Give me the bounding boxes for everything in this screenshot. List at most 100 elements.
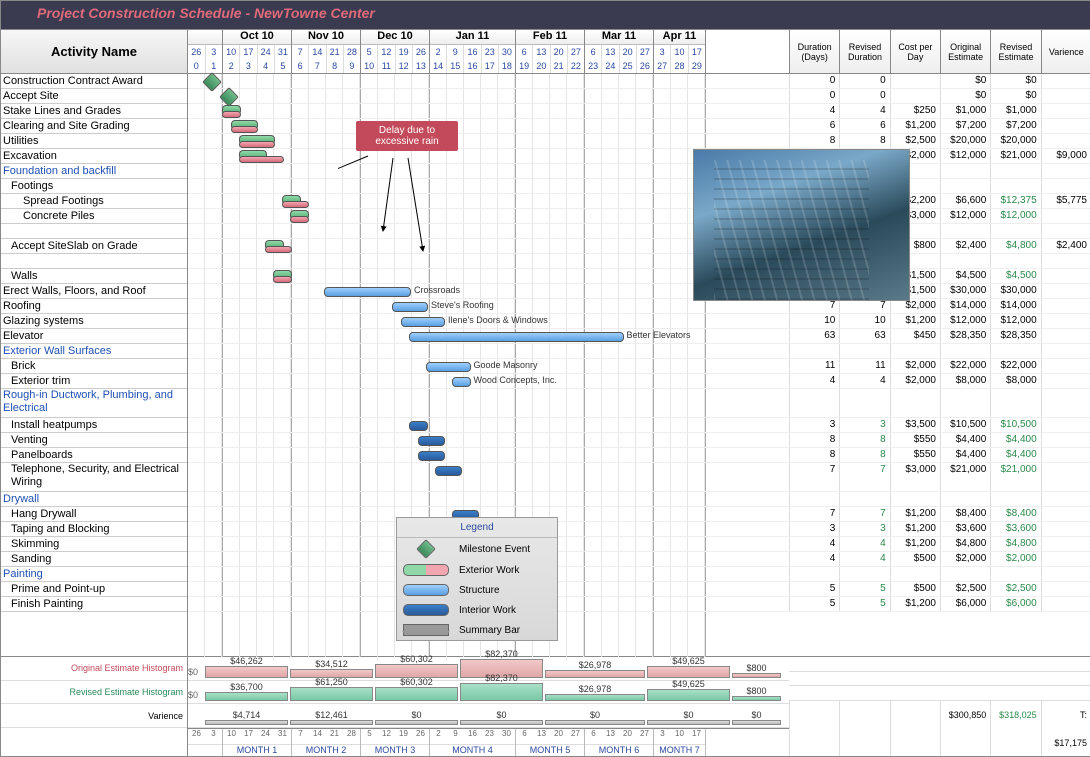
task-bar[interactable]: Wood Concepts, Inc. (452, 377, 471, 387)
activity-row[interactable]: Sanding (1, 552, 187, 567)
metric-cell: 8 (839, 134, 889, 148)
activity-row[interactable]: Install heatpumps (1, 418, 187, 433)
metric-row (789, 389, 1090, 418)
activity-row[interactable]: Clearing and Site Grading (1, 119, 187, 134)
metric-cell: $1,200 (890, 119, 940, 133)
metric-cell (1041, 299, 1090, 313)
metric-cell: 7 (839, 463, 889, 491)
var-hist-label: Varience (1, 704, 187, 728)
task-bar[interactable] (418, 451, 446, 461)
activity-row[interactable]: Panelboards (1, 448, 187, 463)
metric-cell: 7 (789, 299, 839, 313)
activity-row[interactable]: Spread Footings (1, 194, 187, 209)
task-bar-revised[interactable] (222, 111, 241, 118)
task-bar[interactable]: Crossroads (324, 287, 411, 297)
histogram-bar[interactable]: $12,461 (290, 720, 373, 725)
activity-row[interactable]: Accept Site (1, 89, 187, 104)
metric-cell (1041, 119, 1090, 133)
activity-row[interactable]: Accept SiteSlab on Grade (1, 239, 187, 254)
metric-cell (1041, 344, 1090, 358)
activity-row[interactable]: Erect Walls, Floors, and Roof (1, 284, 187, 299)
metric-cell (1041, 269, 1090, 283)
histogram-bar[interactable]: $0 (375, 720, 458, 725)
metric-cell: $0 (940, 74, 990, 88)
activity-row[interactable]: Concrete Piles (1, 209, 187, 224)
activity-row[interactable]: Stake Lines and Grades (1, 104, 187, 119)
activity-row[interactable]: Skimming (1, 537, 187, 552)
metric-cell: $6,600 (940, 194, 990, 208)
activity-row[interactable]: Hang Drywall (1, 507, 187, 522)
metric-cell (839, 389, 889, 417)
task-bar-revised[interactable] (239, 156, 284, 163)
task-bar-revised[interactable] (265, 246, 293, 253)
histogram-bar[interactable]: $4,714 (205, 720, 288, 725)
histogram-bar[interactable]: $49,625 (647, 689, 730, 701)
activity-row[interactable]: Roofing (1, 299, 187, 314)
activity-row[interactable]: Exterior Wall Surfaces (1, 344, 187, 359)
metric-cell: $3,500 (890, 418, 940, 432)
task-label: Crossroads (414, 285, 460, 295)
activity-row[interactable]: Excavation (1, 149, 187, 164)
activity-row[interactable]: Construction Contract Award (1, 74, 187, 89)
task-bar[interactable] (418, 436, 446, 446)
histogram-bar[interactable]: $46,262 (205, 666, 288, 677)
histogram-bar[interactable]: $60,302 (375, 687, 458, 701)
task-label: Goode Masonry (474, 360, 538, 370)
task-bar[interactable]: Ilene's Doors & Windows (401, 317, 446, 327)
histogram-bar[interactable]: $26,978 (545, 694, 645, 701)
metric-cell: 5 (789, 582, 839, 596)
histogram-bar[interactable]: $0 (732, 720, 781, 725)
activity-row[interactable]: Foundation and backfill (1, 164, 187, 179)
activity-row[interactable]: Elevator (1, 329, 187, 344)
task-bar[interactable]: Steve's Roofing (392, 302, 428, 312)
metric-row: 77$1,200$8,400$8,400 (789, 507, 1090, 522)
metric-cell (1041, 389, 1090, 417)
metric-row: 00$0$0 (789, 74, 1090, 89)
task-bar-revised[interactable] (231, 126, 259, 133)
activity-row[interactable]: Finish Painting (1, 597, 187, 612)
activity-row[interactable]: Footings (1, 179, 187, 194)
metric-cell (789, 389, 839, 417)
activity-row[interactable]: Taping and Blocking (1, 522, 187, 537)
task-bar[interactable]: Better Elevators (409, 332, 624, 342)
task-bar-revised[interactable] (282, 201, 310, 208)
month-header: Jan 11214915161623173018 (430, 30, 516, 73)
histogram-bar[interactable]: $26,978 (545, 670, 645, 677)
activity-row[interactable]: Prime and Point-up (1, 582, 187, 597)
activity-row[interactable]: Walls (1, 269, 187, 284)
metric-cell (1041, 448, 1090, 462)
task-bar-revised[interactable] (290, 216, 309, 223)
metric-cell: $1,200 (890, 597, 940, 611)
building-photo (693, 149, 910, 301)
metric-cell: 4 (839, 104, 889, 118)
histogram-bar[interactable]: $800 (732, 673, 781, 678)
task-bar-revised[interactable] (239, 141, 275, 148)
activity-row[interactable] (1, 254, 187, 269)
activity-row[interactable]: Telephone, Security, and Electrical Wiri… (1, 463, 187, 492)
histogram-bar[interactable]: $800 (732, 696, 781, 701)
metric-cell: $7,200 (990, 119, 1040, 133)
activity-row[interactable]: Brick (1, 359, 187, 374)
activity-row[interactable]: Painting (1, 567, 187, 582)
activity-row[interactable]: Rough-in Ductwork, Plumbing, and Electri… (1, 389, 187, 418)
histogram-bar[interactable]: $0 (647, 720, 730, 725)
task-bar[interactable] (435, 466, 463, 476)
activity-row[interactable] (1, 224, 187, 239)
activity-row[interactable]: Utilities (1, 134, 187, 149)
histogram-bar[interactable]: $61,250 (290, 687, 373, 701)
histogram-bar[interactable]: $49,625 (647, 666, 730, 678)
task-bar-revised[interactable] (273, 276, 292, 283)
metric-cell (940, 254, 990, 268)
histogram-bar[interactable]: $36,700 (205, 692, 288, 701)
metric-cell: $2,000 (890, 359, 940, 373)
task-bar[interactable]: Goode Masonry (426, 362, 471, 372)
activity-row[interactable]: Venting (1, 433, 187, 448)
activity-row[interactable]: Exterior trim (1, 374, 187, 389)
histogram-bar[interactable]: $82,370 (460, 683, 543, 701)
histogram-bar[interactable]: $0 (460, 720, 543, 725)
month-header: 26031 (188, 30, 223, 73)
task-bar[interactable] (409, 421, 428, 431)
activity-row[interactable]: Drywall (1, 492, 187, 507)
activity-row[interactable]: Glazing systems (1, 314, 187, 329)
histogram-bar[interactable]: $0 (545, 720, 645, 725)
